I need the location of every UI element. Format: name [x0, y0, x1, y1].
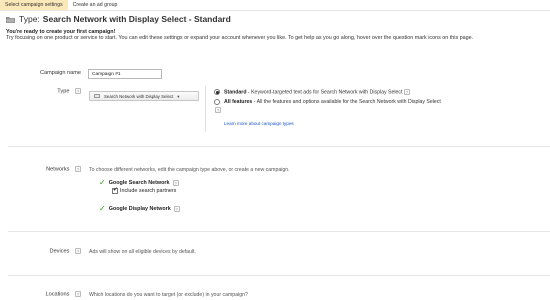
learn-more-campaign-types-link[interactable]: Learn more about campaign types — [224, 121, 294, 126]
help-icon[interactable]: ? — [173, 205, 180, 212]
help-icon[interactable]: ? — [403, 89, 410, 95]
type-label: Type: — [19, 14, 40, 24]
locations-text: Which locations do you want to target (o… — [89, 292, 248, 298]
radio-standard[interactable] — [214, 89, 220, 95]
section-divider — [8, 146, 550, 147]
tab-create-ad-group[interactable]: Create an ad group — [68, 0, 123, 10]
display-network-row: ✓ Google Display Network ? — [99, 204, 180, 213]
help-icon[interactable]: ? — [75, 88, 81, 94]
include-partners-label: Include search partners — [120, 188, 177, 194]
help-icon[interactable]: ? — [75, 166, 81, 172]
devices-row-label: Devices ? — [50, 248, 81, 254]
option-standard-title: Standard — [224, 89, 247, 96]
radio-all-features[interactable] — [214, 99, 220, 105]
campaign-name-label: Campaign name — [39, 70, 81, 76]
campaign-type-select[interactable]: Search Network with Display Select ▼ — [89, 91, 199, 101]
help-icon[interactable]: ? — [75, 248, 81, 254]
help-icon[interactable]: ? — [215, 107, 221, 113]
option-standard-desc: - Keyword-targeted text ads for Search N… — [246, 89, 403, 96]
locations-row-label: Locations ? — [45, 291, 81, 297]
include-partners-checkbox[interactable] — [112, 187, 118, 194]
devices-label-text: Devices — [49, 248, 70, 255]
networks-hint: To choose different networks, edit the c… — [89, 167, 290, 173]
tab-select-campaign-settings[interactable]: Select campaign settings — [0, 0, 68, 10]
search-network-row: ✓ Google Search Network ? — [99, 178, 179, 187]
help-icon[interactable]: ? — [75, 291, 81, 297]
section-divider — [8, 275, 550, 276]
intro-body: Try focusing on one product or service t… — [6, 35, 474, 41]
page-title: Type: Search Network with Display Select… — [6, 14, 231, 24]
type-value: Search Network with Display Select - Sta… — [42, 14, 231, 24]
display-network-label: Google Display Network — [108, 205, 171, 212]
checkmark-icon: ✓ — [99, 178, 106, 187]
wizard-tabs: Select campaign settings Create an ad gr… — [0, 0, 550, 10]
networks-label-text: Networks — [46, 166, 70, 173]
type-row-label: Type ? — [57, 88, 81, 94]
option-all-features-desc: - All the features and options available… — [252, 99, 441, 105]
option-all-features-title: All features — [224, 99, 253, 105]
option-standard: Standard - Keyword-targeted text ads for… — [224, 89, 410, 95]
campaign-name-input[interactable] — [88, 69, 162, 79]
campaign-type-select-value: Search Network with Display Select — [104, 93, 174, 99]
chevron-down-icon: ▼ — [176, 93, 181, 99]
section-divider — [8, 231, 550, 232]
networks-row-label: Networks ? — [46, 166, 81, 172]
checkmark-icon: ✓ — [99, 204, 106, 213]
type-label-text: Type — [57, 88, 70, 95]
include-partners-row: Include search partners — [112, 187, 177, 194]
locations-label-text: Locations — [45, 291, 70, 298]
option-all-features: All features - All the features and opti… — [224, 99, 441, 105]
search-network-label: Google Search Network — [108, 179, 170, 186]
devices-text: Ads will show on all eligible devices by… — [89, 249, 196, 255]
type-options-panel: Standard - Keyword-targeted text ads for… — [205, 86, 545, 132]
network-type-icon — [94, 94, 100, 98]
help-icon[interactable]: ? — [172, 179, 179, 186]
folder-icon — [6, 16, 15, 23]
tab-divider — [0, 10, 550, 11]
